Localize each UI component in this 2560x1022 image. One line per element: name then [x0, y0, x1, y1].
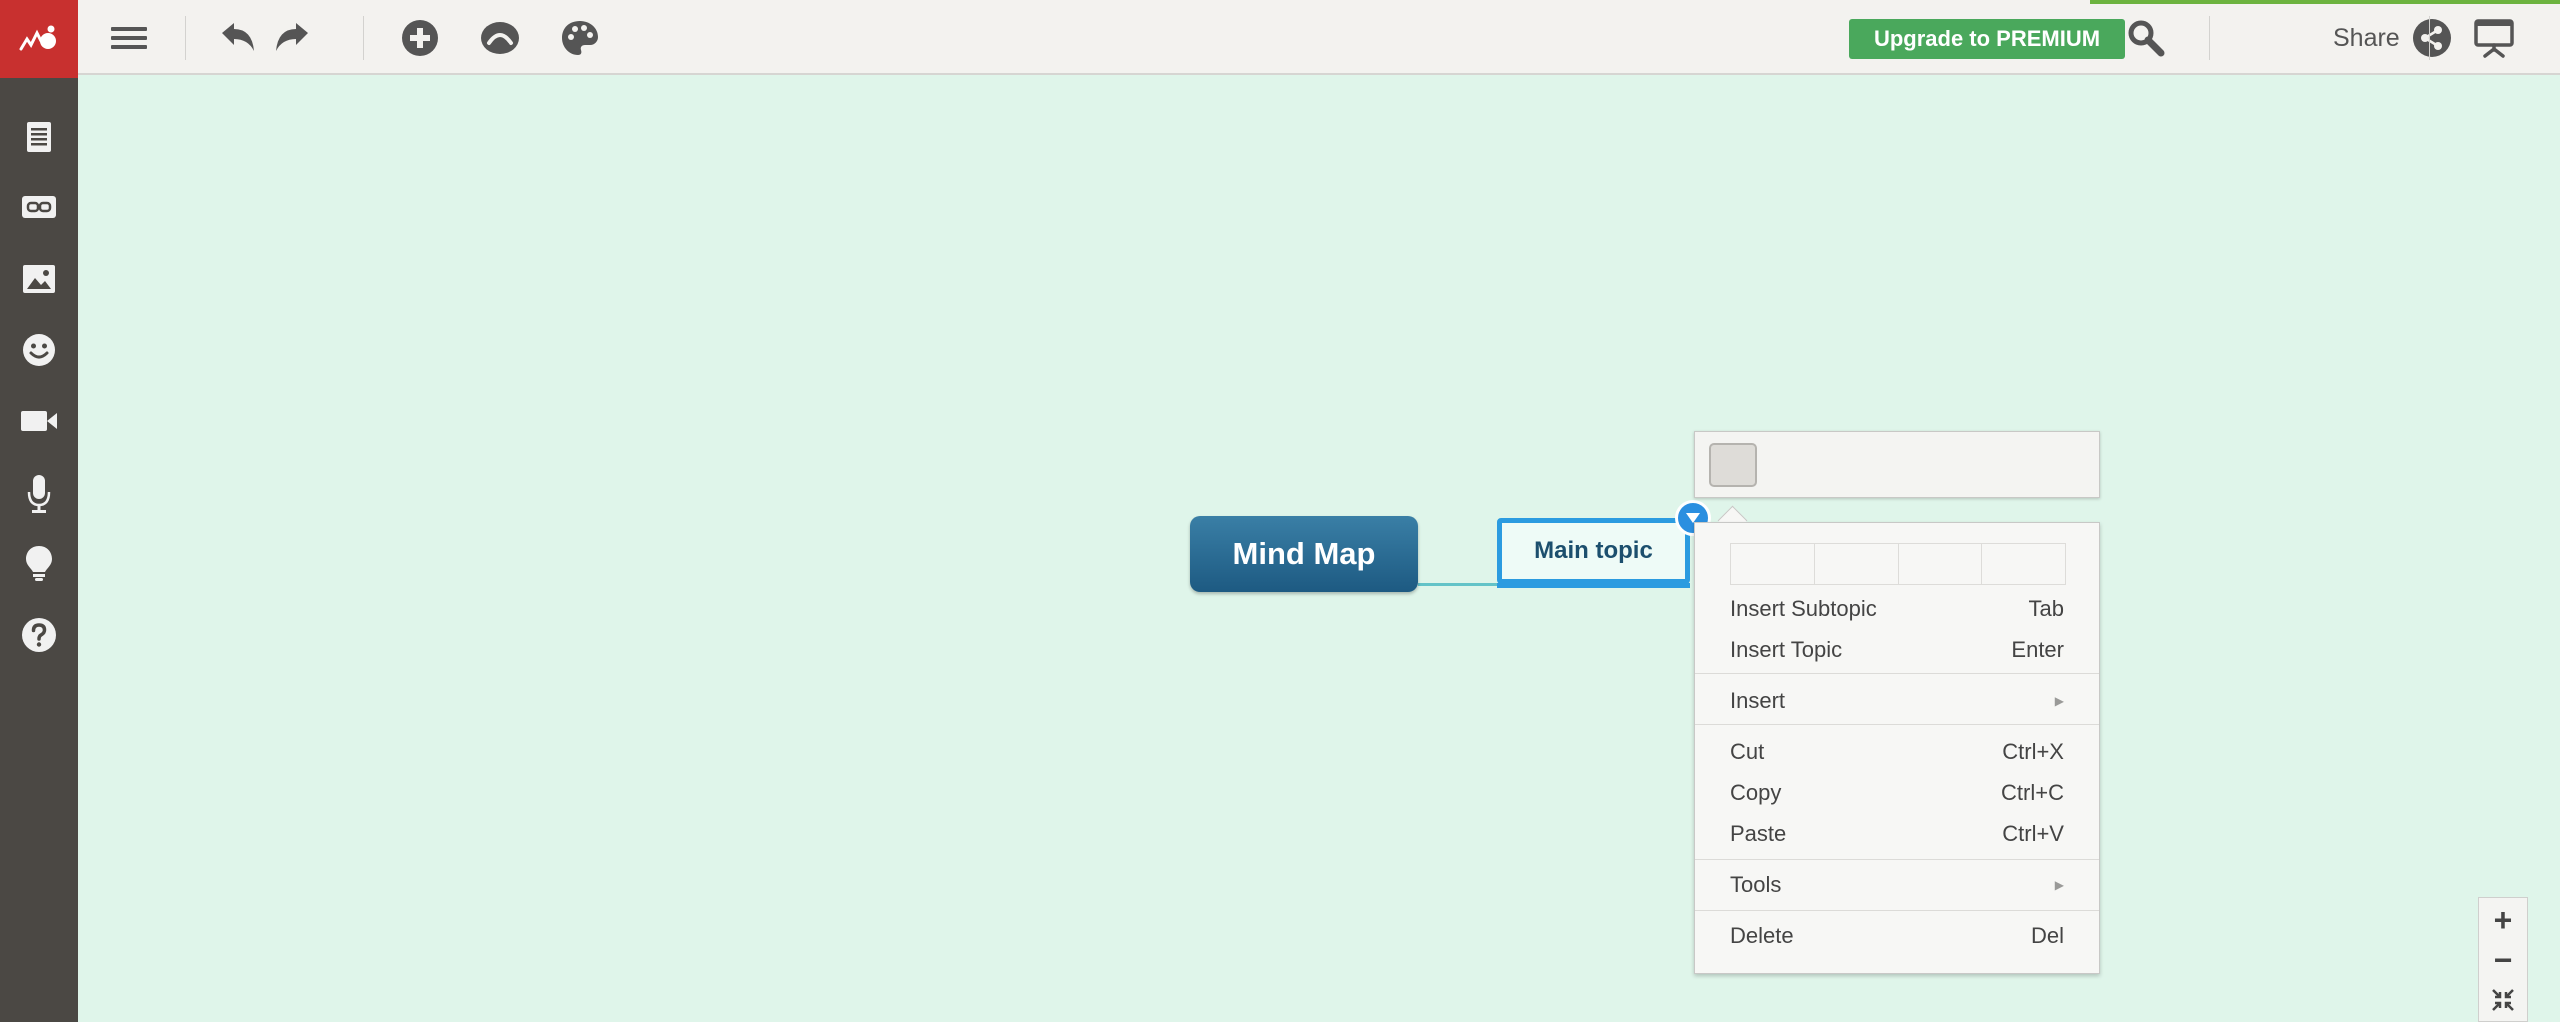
- context-menu-quick-actions: [1730, 543, 2066, 585]
- share-button[interactable]: Share: [2333, 14, 2473, 62]
- menu-item-label: Delete: [1730, 923, 1794, 948]
- menu-item-paste[interactable]: Paste Ctrl+V: [1730, 816, 2064, 852]
- quick-action-slot[interactable]: [1815, 544, 1899, 584]
- mind-map-app: Upgrade to PREMIUM Share Mind Map Main t…: [0, 0, 2560, 1022]
- share-icon: [2412, 19, 2451, 57]
- menu-icon: [111, 27, 147, 49]
- menu-item-label: Tools: [1730, 872, 1782, 897]
- menu-item-tools[interactable]: Tools ▶: [1730, 867, 2064, 903]
- quick-action-slot[interactable]: [1731, 544, 1815, 584]
- presentation-icon: [2474, 19, 2514, 58]
- central-topic-label: Mind Map: [1232, 536, 1376, 571]
- help-icon: [22, 618, 56, 652]
- zoom-out-icon: −: [2493, 941, 2513, 978]
- central-topic-node[interactable]: Mind Map: [1190, 516, 1418, 592]
- menu-item-insert[interactable]: Insert ▶: [1730, 683, 2064, 719]
- theme-button[interactable]: [554, 12, 606, 64]
- menu-item-shortcut: Ctrl+C: [2001, 780, 2064, 805]
- menu-item-label: Insert Subtopic: [1730, 596, 1877, 621]
- search-icon: [2128, 20, 2165, 57]
- sidebar-notes-button[interactable]: [0, 107, 78, 167]
- menu-item-delete[interactable]: Delete Del: [1730, 918, 2064, 954]
- toolbar-divider: [2209, 16, 2210, 60]
- top-accent-bar: [2090, 0, 2560, 4]
- zoom-in-button[interactable]: +: [2479, 900, 2527, 940]
- share-label: Share: [2333, 23, 2400, 52]
- menu-item-label: Copy: [1730, 780, 1782, 805]
- menu-item-shortcut: Enter: [2011, 637, 2064, 662]
- menu-item-label: Insert: [1730, 688, 1786, 713]
- sidebar-audio-button[interactable]: [0, 464, 78, 524]
- upgrade-premium-button[interactable]: Upgrade to PREMIUM: [1849, 19, 2125, 59]
- node-context-menu: Insert Subtopic Tab Insert Topic Enter I…: [1694, 522, 2100, 974]
- sidebar-video-button[interactable]: [0, 391, 78, 451]
- menu-item-insert-subtopic[interactable]: Insert Subtopic Tab: [1730, 591, 2064, 627]
- microphone-icon: [27, 475, 51, 513]
- node-color-swatch[interactable]: [1709, 443, 1757, 487]
- notes-icon: [27, 122, 51, 152]
- sidebar-help-button[interactable]: [0, 605, 78, 665]
- lightbulb-icon: [26, 546, 52, 581]
- sidebar-link-button[interactable]: [0, 177, 78, 237]
- sidebar-idea-button[interactable]: [0, 534, 78, 594]
- redo-icon: [276, 23, 308, 51]
- quick-action-slot[interactable]: [1899, 544, 1983, 584]
- menu-divider: [1695, 859, 2099, 860]
- submenu-arrow-icon: ▶: [2054, 694, 2064, 708]
- node-style-popup: [1694, 431, 2100, 498]
- menu-item-shortcut: Tab: [2028, 596, 2064, 621]
- undo-button[interactable]: [213, 12, 265, 64]
- menu-item-label: Cut: [1730, 739, 1765, 764]
- menu-item-cut[interactable]: Cut Ctrl+X: [1730, 734, 2064, 770]
- add-topic-button[interactable]: [394, 12, 446, 64]
- add-topic-icon: [402, 20, 438, 56]
- fit-screen-icon: [2492, 989, 2514, 1011]
- toolbar-divider: [2429, 16, 2430, 60]
- menu-item-label: Insert Topic: [1730, 637, 1843, 662]
- topic-connector-line: [1418, 583, 1498, 586]
- sidebar-emoji-button[interactable]: [0, 320, 78, 380]
- menu-item-insert-topic[interactable]: Insert Topic Enter: [1730, 632, 2064, 668]
- menu-item-shortcut: Ctrl+X: [2002, 739, 2064, 764]
- menu-divider: [1695, 910, 2099, 911]
- left-sidebar: [0, 0, 78, 1022]
- top-toolbar: Upgrade to PREMIUM Share: [78, 0, 2560, 75]
- app-logo[interactable]: [0, 0, 78, 78]
- main-topic-node[interactable]: Main topic: [1497, 518, 1690, 584]
- relation-icon: [481, 22, 519, 54]
- link-icon: [22, 196, 56, 218]
- toolbar-divider: [185, 16, 186, 60]
- quick-action-slot[interactable]: [1982, 544, 2065, 584]
- menu-divider: [1695, 724, 2099, 725]
- main-topic-underline: [1497, 583, 1690, 588]
- presentation-button[interactable]: [2468, 12, 2520, 64]
- smiley-icon: [23, 334, 55, 366]
- sidebar-image-button[interactable]: [0, 249, 78, 309]
- search-button[interactable]: [2120, 12, 2172, 64]
- zoom-controls: + −: [2478, 897, 2528, 1022]
- zoom-out-button[interactable]: −: [2479, 940, 2527, 980]
- toolbar-divider: [363, 16, 364, 60]
- menu-item-shortcut: Del: [2030, 923, 2064, 948]
- submenu-arrow-icon: ▶: [2054, 878, 2064, 892]
- menu-item-shortcut: Ctrl+V: [2002, 821, 2064, 846]
- upgrade-premium-label: Upgrade to PREMIUM: [1873, 26, 2101, 51]
- main-topic-label: Main topic: [1534, 537, 1653, 564]
- palette-icon: [562, 21, 598, 55]
- menu-divider: [1695, 673, 2099, 674]
- image-icon: [23, 265, 55, 293]
- relation-button[interactable]: [474, 12, 526, 64]
- video-icon: [21, 411, 57, 431]
- zoom-in-icon: +: [2493, 901, 2513, 938]
- fit-to-screen-button[interactable]: [2479, 980, 2527, 1020]
- redo-button[interactable]: [265, 12, 317, 64]
- main-menu-button[interactable]: [103, 12, 155, 64]
- undo-icon: [222, 23, 254, 51]
- menu-item-copy[interactable]: Copy Ctrl+C: [1730, 775, 2064, 811]
- logo-mark-icon: [19, 25, 56, 51]
- menu-item-label: Paste: [1730, 821, 1787, 846]
